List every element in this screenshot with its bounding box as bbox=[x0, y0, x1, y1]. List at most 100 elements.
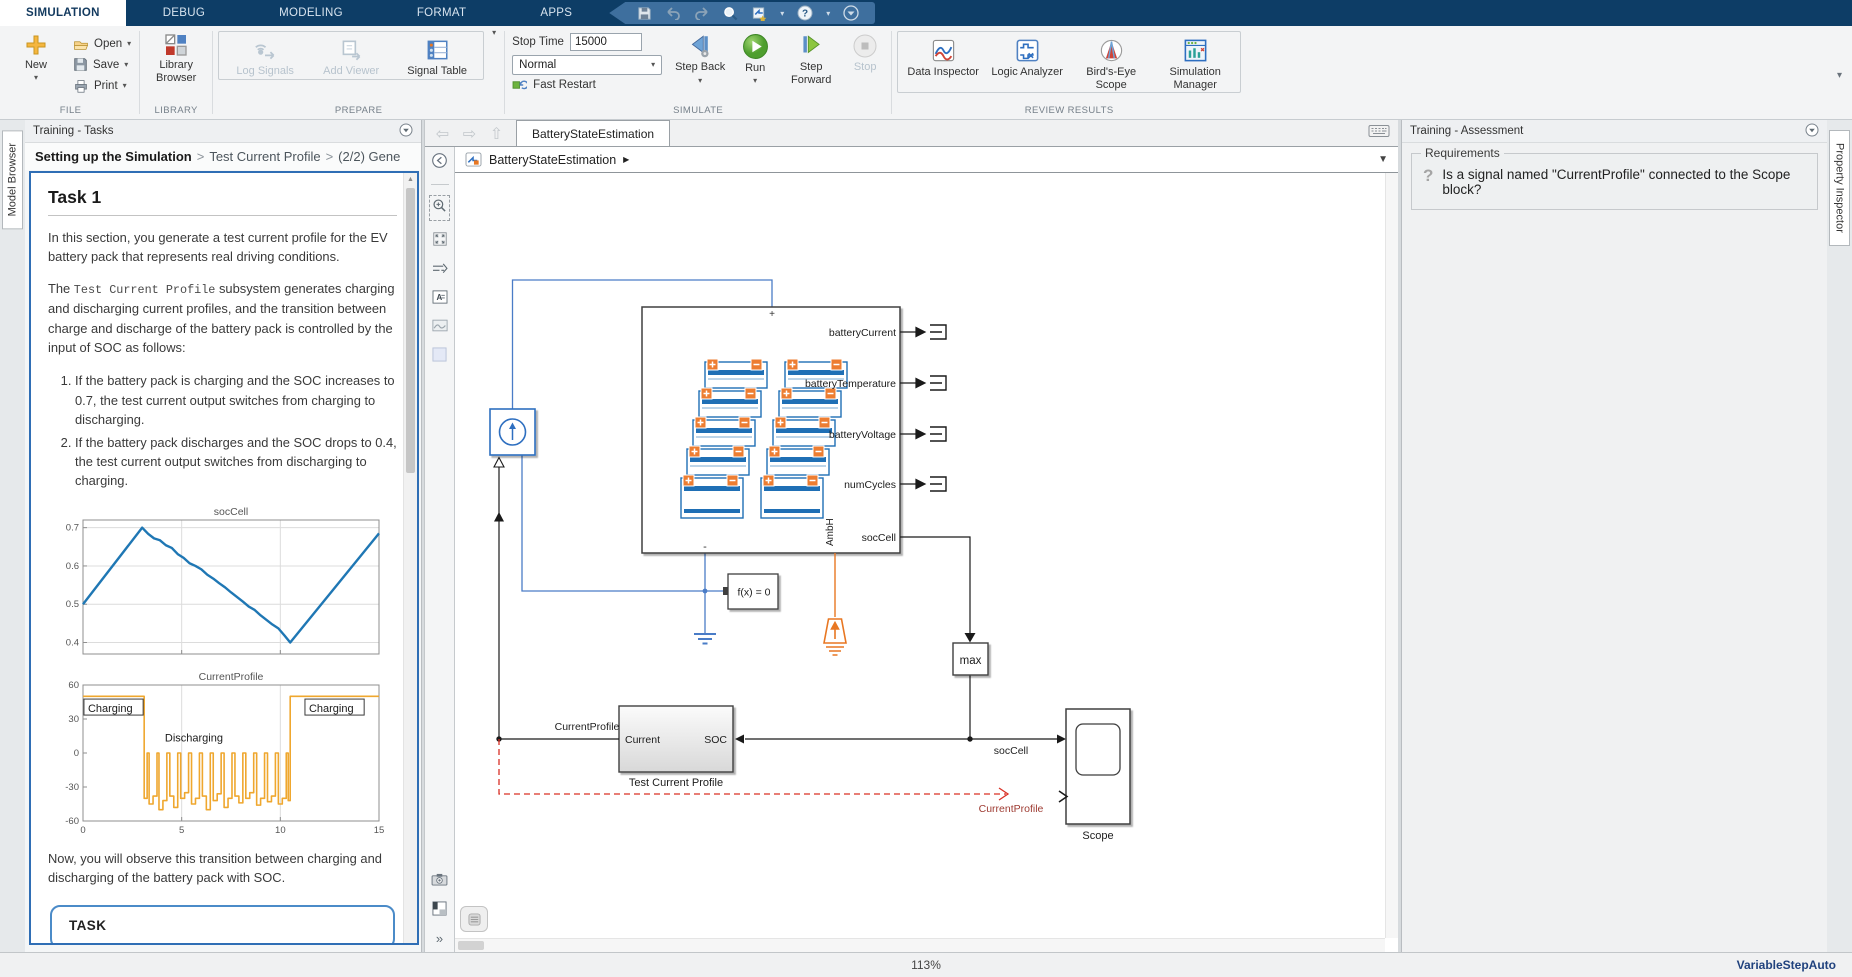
favorites-dropdown-icon[interactable]: ▾ bbox=[780, 9, 784, 18]
keyboard-shortcuts-icon[interactable] bbox=[1368, 124, 1390, 143]
signal-routing-icon[interactable] bbox=[431, 262, 448, 280]
help-dropdown-icon[interactable]: ▾ bbox=[826, 9, 830, 18]
property-inspector-tab[interactable]: Property Inspector bbox=[1829, 130, 1850, 246]
currentprofile-wire-label[interactable]: CurrentProfile bbox=[555, 721, 620, 733]
fit-to-view-icon[interactable] bbox=[432, 231, 448, 252]
expand-toolbar-icon[interactable]: » bbox=[436, 931, 443, 946]
help-icon[interactable]: ? bbox=[797, 5, 813, 21]
model-canvas[interactable]: BatteryStateEstimation ▶ ▼ bbox=[455, 147, 1398, 952]
requirement-item[interactable]: ? Is a signal named "CurrentProfile" con… bbox=[1421, 162, 1808, 197]
current-source-block[interactable] bbox=[490, 409, 535, 455]
soccell-wire-label[interactable]: socCell bbox=[994, 745, 1028, 757]
breadcrumb-dropdown-icon[interactable]: ▼ bbox=[1378, 154, 1388, 165]
scrollbar-thumb[interactable] bbox=[406, 188, 415, 473]
annotation-tool-icon[interactable]: A bbox=[432, 290, 448, 309]
up-to-parent-icon[interactable]: ⇧ bbox=[483, 122, 510, 146]
main-area: Model Browser Training - Tasks Setting u… bbox=[0, 120, 1852, 952]
add-to-favorites-icon[interactable] bbox=[751, 6, 767, 21]
tasks-scrollbar[interactable]: ▲ bbox=[403, 173, 417, 943]
screenshot-icon[interactable] bbox=[431, 873, 448, 891]
fast-restart-toggle[interactable]: Fast Restart bbox=[512, 79, 664, 91]
output-signal-terminators[interactable] bbox=[900, 325, 946, 491]
tab-format[interactable]: FORMAT bbox=[380, 0, 504, 26]
thermal-wire[interactable] bbox=[824, 553, 846, 655]
tab-apps[interactable]: APPS bbox=[503, 0, 609, 26]
solver-status[interactable]: VariableStepAuto bbox=[1737, 958, 1836, 972]
run-label: Run bbox=[745, 62, 765, 75]
step-back-button[interactable]: Step Back ▾ bbox=[673, 29, 727, 86]
test-current-profile-block[interactable]: Current SOC Test Current Profile bbox=[619, 706, 733, 789]
prepare-gallery-dropdown-icon[interactable]: ▾ bbox=[489, 29, 499, 37]
area-tool-icon[interactable] bbox=[432, 347, 447, 367]
new-dropdown-icon[interactable]: ▾ bbox=[34, 74, 38, 82]
tcp-block-name[interactable]: Test Current Profile bbox=[629, 777, 723, 789]
soccell-wires[interactable] bbox=[735, 537, 1066, 744]
tab-simulation[interactable]: SIMULATION bbox=[0, 0, 126, 26]
save-icon[interactable] bbox=[637, 6, 652, 21]
signal-wire-current[interactable] bbox=[494, 458, 504, 740]
ribbon-group-simulate: Stop Time Normal ▾ Fast Restart Step Bac… bbox=[505, 26, 891, 119]
image-annotation-icon[interactable] bbox=[432, 319, 448, 337]
simulation-manager-button[interactable]: Simulation Manager bbox=[1153, 33, 1237, 91]
list-item: If the battery pack is charging and the … bbox=[75, 371, 397, 429]
open-dropdown-icon[interactable]: ▾ bbox=[127, 40, 131, 48]
toolstrip-options-icon[interactable] bbox=[843, 5, 859, 21]
print-dropdown-icon[interactable]: ▾ bbox=[123, 82, 127, 90]
scope-block-name[interactable]: Scope bbox=[1082, 830, 1113, 842]
forward-icon[interactable]: ⇨ bbox=[456, 122, 483, 146]
solver-configuration-block[interactable]: f(x) = 0 bbox=[723, 574, 778, 609]
step-forward-label: Step Forward bbox=[783, 61, 839, 86]
model-breadcrumb-item[interactable]: BatteryStateEstimation bbox=[489, 153, 616, 167]
library-browser-button[interactable]: Library Browser bbox=[145, 29, 207, 84]
max-block[interactable]: max bbox=[953, 643, 988, 675]
tab-modeling[interactable]: MODELING bbox=[242, 0, 380, 26]
currentprofile-wire[interactable]: CurrentProfile bbox=[496, 721, 619, 742]
ground-icon[interactable] bbox=[694, 634, 716, 644]
block-diagram[interactable]: + - batteryCurrent batteryTemperature ba… bbox=[455, 173, 1375, 923]
breadcrumb-page[interactable]: (2/2) Gene bbox=[338, 149, 400, 164]
model-tab[interactable]: BatteryStateEstimation bbox=[516, 120, 670, 146]
variant-badge-button[interactable] bbox=[460, 906, 488, 932]
run-button[interactable]: Run ▾ bbox=[732, 29, 778, 85]
layout-panes-icon[interactable] bbox=[432, 901, 447, 921]
hide-explorer-bar-icon[interactable] bbox=[431, 152, 448, 174]
scope-block[interactable]: Scope bbox=[1059, 709, 1130, 842]
svg-text:0.6: 0.6 bbox=[66, 561, 79, 572]
step-forward-button[interactable]: Step Forward bbox=[783, 29, 839, 86]
temperature-source-icon[interactable] bbox=[824, 619, 846, 655]
ribbon-collapse-icon[interactable]: ▾ bbox=[1837, 70, 1842, 81]
open-button[interactable]: Open ▾ bbox=[70, 34, 134, 53]
model-browser-tab[interactable]: Model Browser bbox=[2, 130, 23, 229]
svg-text:?: ? bbox=[802, 9, 808, 20]
simulation-mode-select[interactable]: Normal ▾ bbox=[512, 55, 662, 75]
pending-connection-wire[interactable]: CurrentProfile bbox=[499, 739, 1044, 815]
save-button[interactable]: Save ▾ bbox=[70, 55, 134, 74]
tab-debug[interactable]: DEBUG bbox=[126, 0, 242, 26]
undo-icon[interactable] bbox=[665, 6, 681, 20]
save-dropdown-icon[interactable]: ▾ bbox=[124, 61, 128, 69]
assessment-panel-menu-icon[interactable] bbox=[1805, 123, 1819, 140]
logic-analyzer-button[interactable]: Logic Analyzer bbox=[985, 33, 1069, 91]
canvas-horizontal-scrollbar[interactable] bbox=[455, 938, 1385, 952]
pending-wire-label[interactable]: CurrentProfile bbox=[979, 803, 1044, 815]
redo-icon[interactable] bbox=[694, 6, 710, 20]
print-button[interactable]: Print ▾ bbox=[70, 76, 134, 95]
breadcrumb-section[interactable]: Setting up the Simulation bbox=[35, 149, 192, 164]
canvas-vertical-scrollbar[interactable] bbox=[1385, 173, 1398, 938]
new-button[interactable]: New ▾ bbox=[7, 29, 65, 82]
breadcrumb-subsection[interactable]: Test Current Profile bbox=[209, 149, 320, 164]
breadcrumb-expand-icon[interactable]: ▶ bbox=[623, 155, 629, 164]
battery-subsystem-block[interactable]: + - batteryCurrent batteryTemperature ba… bbox=[642, 307, 900, 553]
requirements-legend: Requirements bbox=[1421, 146, 1504, 160]
scroll-up-icon[interactable]: ▲ bbox=[404, 173, 417, 186]
back-icon[interactable]: ⇦ bbox=[429, 122, 456, 146]
stop-time-input[interactable] bbox=[570, 33, 642, 51]
birds-eye-scope-button[interactable]: Bird's-Eye Scope bbox=[1069, 33, 1153, 91]
signal-table-button[interactable]: Signal Table bbox=[394, 33, 480, 78]
search-icon[interactable] bbox=[723, 6, 738, 21]
tasks-panel-menu-icon[interactable] bbox=[399, 123, 413, 140]
tasks-breadcrumb[interactable]: Setting up the Simulation > Test Current… bbox=[25, 143, 421, 170]
data-inspector-button[interactable]: Data Inspector bbox=[901, 33, 985, 91]
zoom-in-tool-icon[interactable] bbox=[429, 195, 450, 221]
run-dropdown-icon[interactable]: ▾ bbox=[753, 77, 757, 85]
